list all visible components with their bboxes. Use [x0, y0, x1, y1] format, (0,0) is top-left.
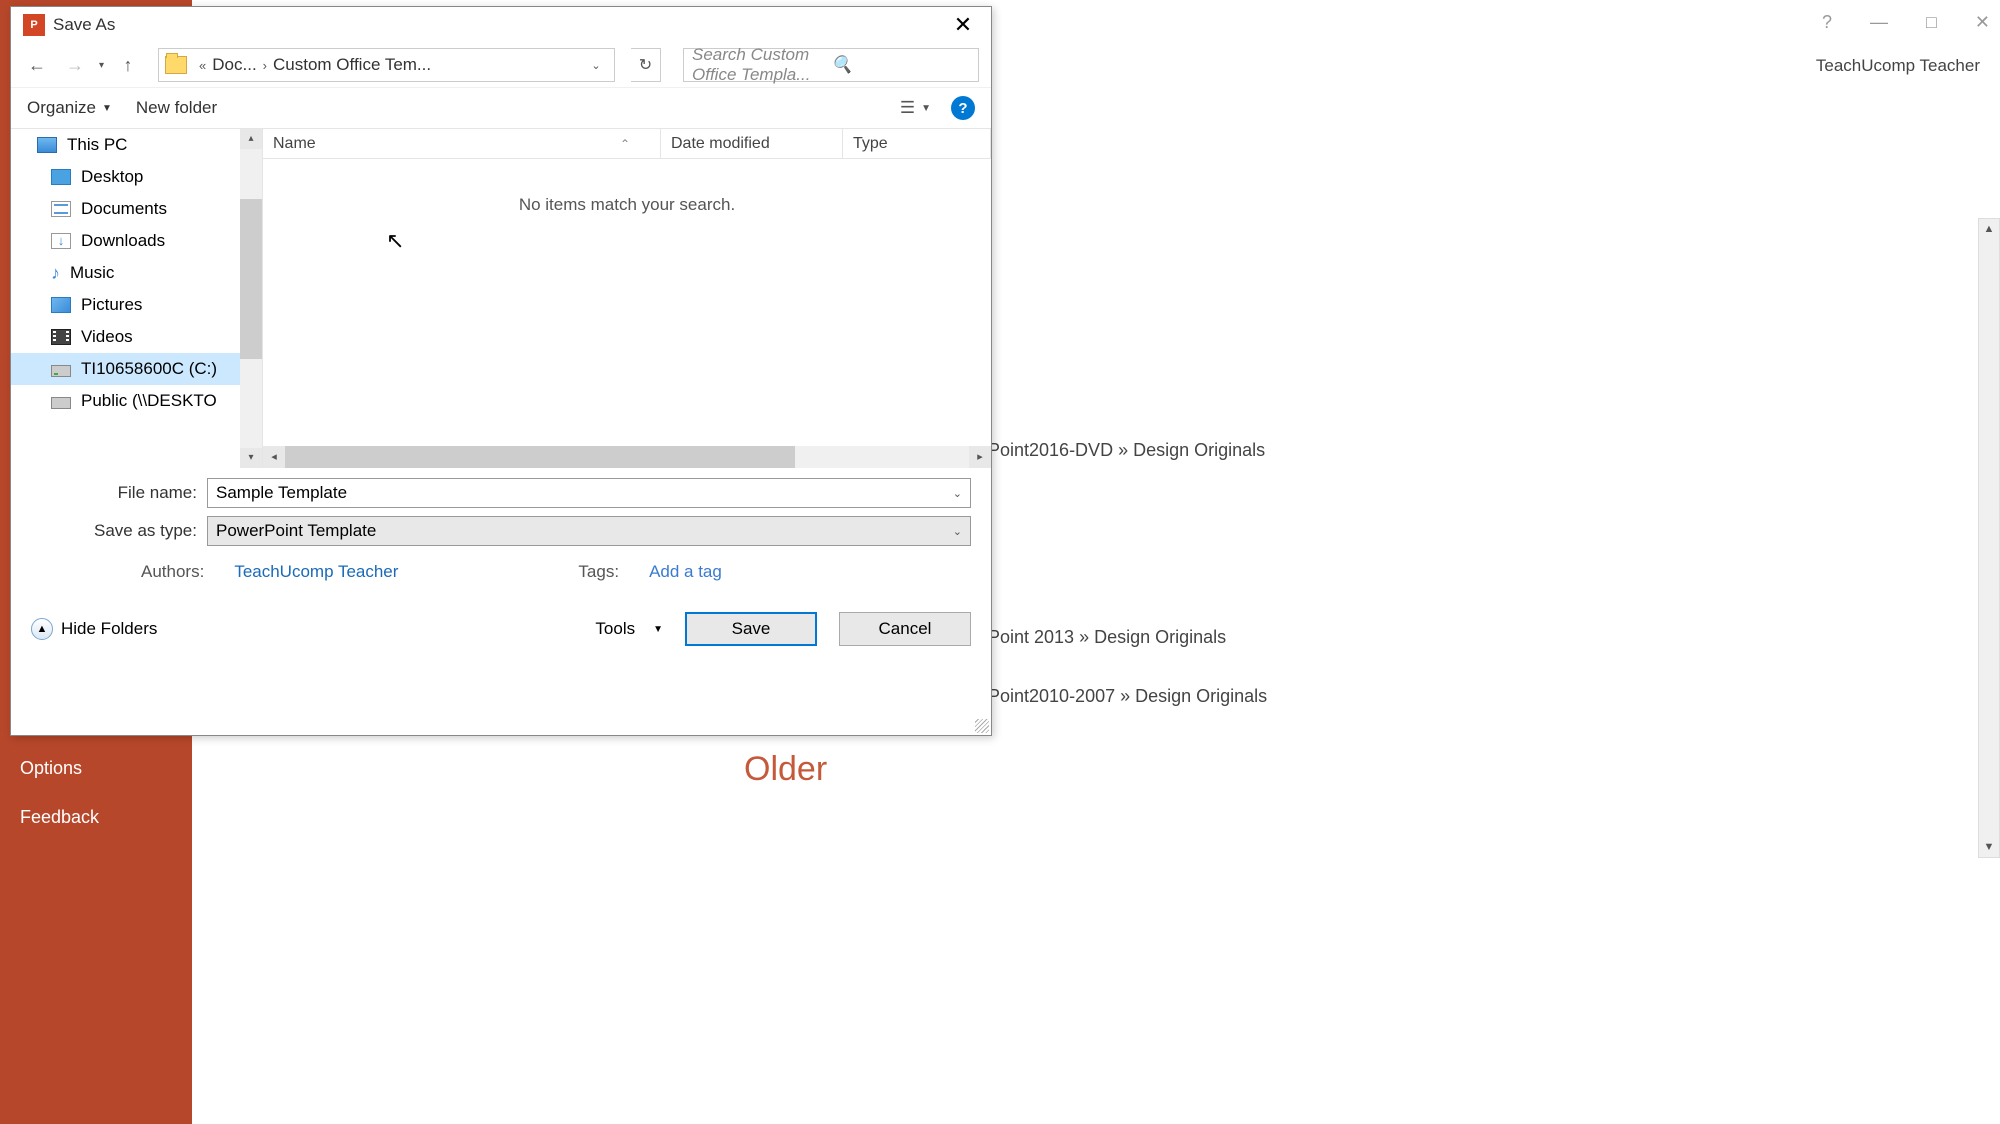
resize-grip[interactable]	[975, 719, 989, 733]
tree-drive-c[interactable]: TI10658600C (C:)	[11, 353, 262, 385]
dialog-title: Save As	[53, 15, 115, 35]
tree-videos[interactable]: Videos	[11, 321, 262, 353]
scroll-left-icon[interactable]: ◂	[263, 446, 285, 468]
history-dropdown-icon[interactable]: ▾	[99, 60, 104, 71]
column-date[interactable]: Date modified	[661, 129, 843, 158]
tree-music[interactable]: ♪Music	[11, 257, 262, 289]
up-button[interactable]: ↑	[114, 51, 142, 79]
authors-label: Authors:	[141, 562, 204, 582]
sidebar-feedback[interactable]: Feedback	[0, 793, 192, 842]
search-input[interactable]: Search Custom Office Templa... 🔍	[683, 48, 979, 82]
scroll-down-icon[interactable]: ▾	[240, 448, 262, 468]
collapse-icon: ▲	[31, 618, 53, 640]
breadcrumb-item-2[interactable]: Custom Office Tem...	[273, 55, 431, 75]
column-type[interactable]: Type	[843, 129, 991, 158]
videos-icon	[51, 329, 71, 345]
save-fields: File name: Sample Template⌄ Save as type…	[11, 468, 991, 594]
breadcrumb-item-1[interactable]: Doc...	[212, 55, 256, 75]
chevron-down-icon: ▼	[921, 103, 931, 114]
save-button[interactable]: Save	[685, 612, 817, 646]
forward-button[interactable]: →	[61, 51, 89, 79]
cancel-button[interactable]: Cancel	[839, 612, 971, 646]
scrollbar-thumb[interactable]	[285, 446, 795, 468]
documents-icon	[51, 201, 71, 217]
column-name[interactable]: Name⌃	[263, 129, 661, 158]
scroll-down-icon[interactable]: ▼	[1979, 837, 1999, 857]
nav-bar: ← → ▾ ↑ « Doc... › Custom Office Tem... …	[11, 43, 991, 87]
recent-path-2[interactable]: rPoint 2013 » Design Originals	[982, 627, 2000, 648]
desktop-icon	[51, 169, 71, 185]
user-name[interactable]: TeachUcomp Teacher	[1816, 56, 1980, 76]
filename-label: File name:	[31, 483, 207, 503]
authors-value[interactable]: TeachUcomp Teacher	[234, 562, 398, 582]
scroll-up-icon[interactable]: ▲	[1979, 219, 1999, 239]
file-list[interactable]: Name⌃ Date modified Type No items match …	[263, 129, 991, 468]
savetype-dropdown[interactable]: PowerPoint Template⌄	[207, 516, 971, 546]
breadcrumb-dropdown-icon[interactable]: ⌄	[584, 59, 608, 72]
chevron-down-icon[interactable]: ⌄	[953, 487, 962, 500]
breadcrumb-overflow[interactable]: «	[199, 58, 206, 73]
chevron-down-icon: ▼	[102, 103, 112, 114]
chevron-down-icon[interactable]: ⌄	[953, 525, 962, 538]
view-details-icon: ☰	[900, 98, 915, 118]
filename-input[interactable]: Sample Template⌄	[207, 478, 971, 508]
pictures-icon	[51, 297, 71, 313]
dialog-titlebar[interactable]: P Save As ✕	[11, 7, 991, 43]
pc-icon	[37, 137, 57, 153]
maximize-icon[interactable]: □	[1926, 12, 1937, 33]
breadcrumb[interactable]: « Doc... › Custom Office Tem... ⌄	[158, 48, 615, 82]
save-as-dialog: P Save As ✕ ← → ▾ ↑ « Doc... › Custom Of…	[10, 6, 992, 736]
help-button[interactable]: ?	[951, 96, 975, 120]
tags-label: Tags:	[578, 562, 619, 582]
back-button[interactable]: ←	[23, 51, 51, 79]
sidebar-options[interactable]: Options	[0, 744, 192, 793]
scrollbar-track[interactable]	[285, 446, 969, 468]
hide-folders-button[interactable]: ▲ Hide Folders	[31, 618, 157, 640]
search-placeholder: Search Custom Office Templa...	[692, 45, 831, 85]
empty-message: No items match your search.	[263, 159, 991, 215]
chevron-down-icon: ▼	[653, 624, 663, 635]
view-button[interactable]: ☰ ▼	[900, 98, 931, 118]
refresh-button[interactable]: ↻	[631, 48, 661, 82]
scroll-right-icon[interactable]: ▸	[969, 446, 991, 468]
dialog-toolbar: Organize▼ New folder ☰ ▼ ?	[11, 87, 991, 129]
savetype-label: Save as type:	[31, 521, 207, 541]
tools-button[interactable]: Tools▼	[595, 619, 663, 639]
tree-documents[interactable]: Documents	[11, 193, 262, 225]
music-icon: ♪	[51, 264, 60, 282]
folder-icon	[165, 56, 187, 74]
horizontal-scrollbar[interactable]: ◂ ▸	[263, 446, 991, 468]
tree-desktop[interactable]: Desktop	[11, 161, 262, 193]
close-button[interactable]: ✕	[939, 7, 987, 43]
chevron-right-icon[interactable]: ›	[263, 58, 267, 73]
help-icon[interactable]: ?	[1822, 12, 1832, 33]
bg-scrollbar[interactable]: ▲ ▼	[1978, 218, 2000, 858]
tree-net-public[interactable]: Public (\\DESKTO⌄	[11, 385, 262, 417]
close-bg-icon[interactable]: ✕	[1975, 12, 1990, 33]
tree-pictures[interactable]: Pictures	[11, 289, 262, 321]
older-heading: Older	[744, 750, 827, 789]
tags-add[interactable]: Add a tag	[649, 562, 722, 582]
minimize-icon[interactable]: —	[1870, 12, 1888, 33]
recent-path-3[interactable]: rPoint2010-2007 » Design Originals	[982, 686, 2000, 707]
new-folder-button[interactable]: New folder	[136, 98, 217, 118]
recent-path-1[interactable]: rPoint2016-DVD » Design Originals	[982, 440, 2000, 461]
drive-icon	[51, 365, 71, 377]
search-icon[interactable]: 🔍	[831, 55, 970, 75]
dialog-footer: ▲ Hide Folders Tools▼ Save Cancel	[11, 594, 991, 664]
network-drive-icon	[51, 397, 71, 409]
list-header: Name⌃ Date modified Type	[263, 129, 991, 159]
powerpoint-icon: P	[23, 14, 45, 36]
scroll-up-icon[interactable]: ▴	[240, 129, 262, 149]
tree-this-pc[interactable]: This PC	[11, 129, 262, 161]
organize-button[interactable]: Organize▼	[27, 98, 112, 118]
scrollbar-thumb[interactable]	[240, 199, 262, 359]
sort-asc-icon: ⌃	[620, 137, 630, 151]
tree-downloads[interactable]: Downloads	[11, 225, 262, 257]
tree-scrollbar[interactable]: ▴ ▾	[240, 129, 262, 468]
downloads-icon	[51, 233, 71, 249]
folder-tree[interactable]: This PC Desktop Documents Downloads ♪Mus…	[11, 129, 263, 468]
